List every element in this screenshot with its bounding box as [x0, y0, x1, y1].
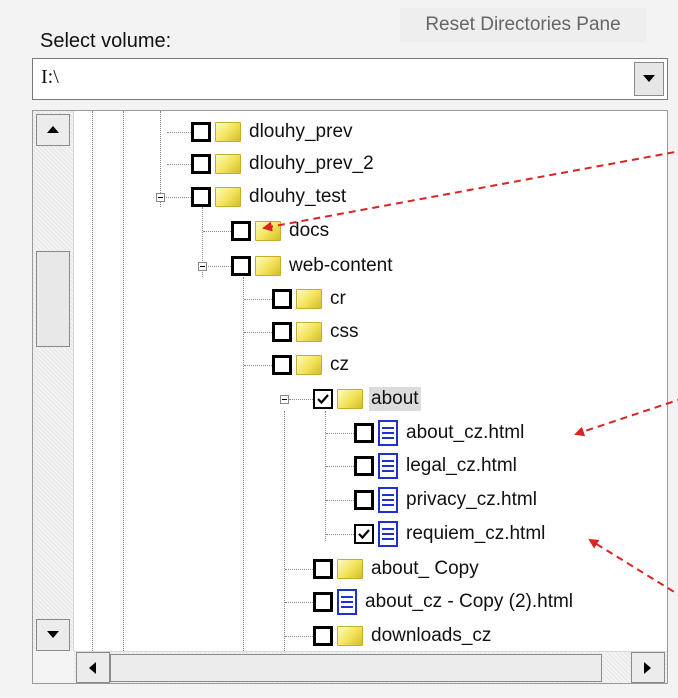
tree-node-about[interactable]: about [313, 386, 421, 412]
node-checkbox[interactable] [231, 221, 251, 241]
node-checkbox[interactable] [313, 559, 333, 579]
file-icon [378, 521, 398, 547]
folder-icon [296, 289, 322, 309]
tree-node-cz[interactable]: cz [272, 352, 351, 378]
volume-dropdown-button[interactable] [634, 62, 664, 96]
tree-guide-line [123, 111, 124, 651]
node-label[interactable]: css [328, 320, 361, 344]
tree-node-about-cz-html[interactable]: about_cz.html [354, 420, 526, 446]
node-checkbox[interactable] [272, 289, 292, 309]
tree-node-web-content[interactable]: web-content [231, 253, 395, 279]
file-icon [378, 453, 398, 479]
scroll-down-button[interactable] [36, 619, 70, 651]
scrollbar-corner [33, 651, 74, 683]
folder-icon [296, 355, 322, 375]
tree-node-docs[interactable]: docs [231, 218, 331, 244]
volume-select-value: I:\ [41, 66, 59, 88]
folder-icon [296, 322, 322, 342]
node-checkbox[interactable] [191, 187, 211, 207]
node-label[interactable]: cz [328, 353, 351, 377]
node-label[interactable]: docs [287, 219, 331, 243]
folder-icon [215, 154, 241, 174]
tree-node-requiem-cz-html[interactable]: requiem_cz.html [354, 521, 547, 547]
node-label[interactable]: about_cz - Copy (2).html [363, 590, 575, 614]
collapse-toggle[interactable] [156, 193, 165, 202]
tree-node-about-copy[interactable]: about_ Copy [313, 556, 481, 582]
tree-node-cr[interactable]: cr [272, 286, 348, 312]
tree-node-privacy-cz-html[interactable]: privacy_cz.html [354, 487, 539, 513]
folder-icon [255, 221, 281, 241]
horizontal-scroll-thumb[interactable] [110, 654, 602, 682]
folder-icon [255, 256, 281, 276]
node-checkbox[interactable] [313, 592, 333, 612]
node-label[interactable]: privacy_cz.html [404, 488, 539, 512]
tree-node-legal-cz-html[interactable]: legal_cz.html [354, 453, 519, 479]
node-label[interactable]: about_ Copy [369, 557, 481, 581]
tree-node-downloads-cz[interactable]: downloads_cz [313, 623, 493, 649]
select-volume-label: Select volume: [40, 30, 172, 52]
collapse-toggle[interactable] [280, 395, 289, 404]
tree-node-about-cz-copy-2-html[interactable]: about_cz - Copy (2).html [313, 589, 575, 615]
tree-guide-line [243, 277, 244, 651]
vertical-scroll-thumb[interactable] [36, 251, 70, 347]
node-label[interactable]: web-content [287, 254, 395, 278]
folder-icon [337, 626, 363, 646]
directory-tree[interactable]: dlouhy_prev dlouhy_prev_2 dlouhy_test do… [32, 110, 668, 684]
collapse-toggle[interactable] [198, 262, 207, 271]
node-checkbox[interactable] [191, 122, 211, 142]
node-label[interactable]: dlouhy_prev_2 [247, 152, 376, 176]
file-icon [378, 420, 398, 446]
node-label[interactable]: downloads_cz [369, 624, 493, 648]
node-checkbox[interactable] [354, 490, 374, 510]
node-checkbox[interactable] [354, 423, 374, 443]
node-checkbox[interactable] [191, 154, 211, 174]
tree-node-css[interactable]: css [272, 319, 361, 345]
node-checkbox[interactable] [231, 256, 251, 276]
arrow-down-icon [47, 631, 59, 638]
reset-directories-pane-button[interactable]: Reset Directories Pane [400, 8, 646, 42]
node-label[interactable]: cr [328, 287, 348, 311]
arrow-up-icon [47, 126, 59, 133]
tree-guide-line [92, 111, 93, 651]
node-checkbox-checked[interactable] [313, 389, 333, 409]
folder-icon [215, 122, 241, 142]
node-label[interactable]: dlouhy_prev [247, 120, 355, 144]
checkmark-icon [317, 394, 329, 405]
node-label[interactable]: requiem_cz.html [404, 522, 547, 546]
vertical-scrollbar[interactable] [33, 111, 74, 651]
arrow-left-icon [89, 661, 96, 674]
folder-icon [337, 559, 363, 579]
chevron-down-icon [643, 75, 655, 82]
tree-node-dlouhy-prev-2[interactable]: dlouhy_prev_2 [191, 151, 376, 177]
scroll-up-button[interactable] [36, 114, 70, 146]
tree-node-dlouhy-test[interactable]: dlouhy_test [191, 184, 348, 210]
tree-guide-line [284, 411, 285, 651]
node-label[interactable]: about_cz.html [404, 421, 526, 445]
node-checkbox[interactable] [313, 626, 333, 646]
scroll-left-button[interactable] [76, 652, 110, 683]
node-checkbox[interactable] [354, 456, 374, 476]
node-checkbox[interactable] [272, 322, 292, 342]
folder-icon [337, 389, 363, 409]
scroll-right-button[interactable] [631, 652, 665, 683]
folder-icon [215, 187, 241, 207]
arrow-right-icon [644, 661, 651, 674]
file-icon [337, 589, 357, 615]
node-label[interactable]: legal_cz.html [404, 454, 519, 478]
file-icon [378, 487, 398, 513]
node-checkbox[interactable] [272, 355, 292, 375]
checkmark-icon [358, 529, 370, 540]
node-checkbox-checked[interactable] [354, 524, 374, 544]
horizontal-scrollbar[interactable] [74, 651, 667, 683]
node-label[interactable]: dlouhy_test [247, 185, 348, 209]
tree-guide-line [325, 411, 326, 541]
tree-node-dlouhy-prev[interactable]: dlouhy_prev [191, 119, 355, 145]
volume-select[interactable]: I:\ [32, 58, 668, 100]
node-label[interactable]: about [369, 387, 421, 411]
